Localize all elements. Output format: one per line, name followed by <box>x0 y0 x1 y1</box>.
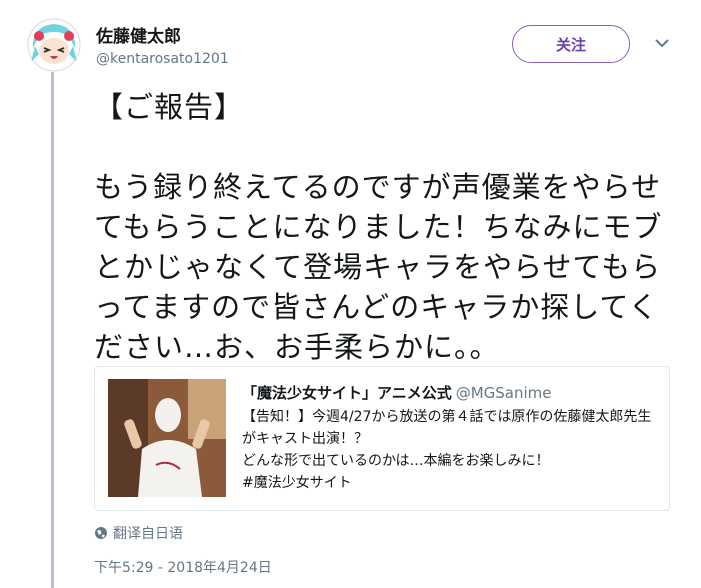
quoted-author-name[interactable]: 「魔法少女サイト」アニメ公式 <box>242 384 452 402</box>
follow-button[interactable]: 关注 <box>512 25 630 63</box>
quoted-tweet-image[interactable] <box>108 379 226 497</box>
thread-line <box>51 72 54 588</box>
globe-icon <box>95 527 107 539</box>
quoted-tweet-text: 【告知！】今週4/27から放送の第４話では原作の佐藤健太郎先生がキャスト出演！？… <box>242 409 652 491</box>
anime-avatar-icon <box>27 18 81 72</box>
avatar[interactable] <box>27 18 81 72</box>
quoted-author-handle[interactable]: @MGSanime <box>456 384 552 402</box>
chevron-down-icon[interactable] <box>654 37 670 49</box>
user-handle[interactable]: @kentarosato1201 <box>96 51 229 67</box>
translate-label[interactable]: 翻译自日语 <box>113 523 183 543</box>
quoted-tweet-header: 「魔法少女サイト」アニメ公式 @MGSanime <box>242 382 552 403</box>
display-name[interactable]: 佐藤健太郎 <box>96 22 181 47</box>
tweet-timestamp[interactable]: 下午5:29 - 2018年4月24日 <box>94 557 272 577</box>
tweet-text: 【ご報告】 もう録り終えてるのですが声優業をやらせてもらうことになりました！ちな… <box>94 90 663 364</box>
quoted-tweet[interactable]: 「魔法少女サイト」アニメ公式 @MGSanime 【告知！】今週4/27から放送の… <box>94 366 670 511</box>
translate-link[interactable]: 翻译自日语 <box>94 523 183 543</box>
